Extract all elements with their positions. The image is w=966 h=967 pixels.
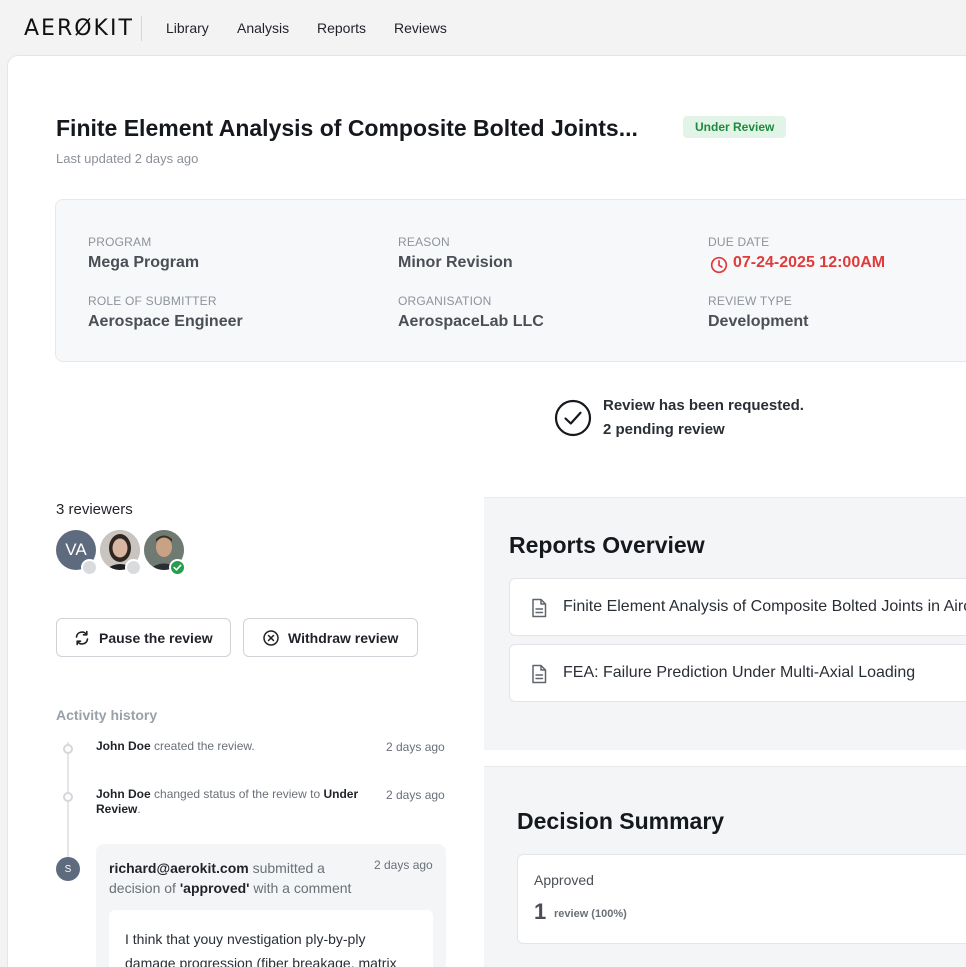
pause-review-button[interactable]: Pause the review bbox=[56, 618, 231, 657]
due-date-value: 07-24-2025 12:00AM bbox=[733, 254, 886, 271]
role-value: Aerospace Engineer bbox=[88, 313, 243, 330]
organisation-label: ORGANISATION bbox=[398, 294, 492, 308]
status-badge: Under Review bbox=[683, 116, 787, 138]
withdraw-review-button[interactable]: Withdraw review bbox=[243, 618, 418, 657]
nav-library[interactable]: Library bbox=[166, 20, 209, 36]
decision-count: 1 bbox=[534, 899, 547, 924]
timeline-dot bbox=[63, 744, 73, 754]
nav-analysis[interactable]: Analysis bbox=[237, 20, 289, 36]
last-updated: Last updated 2 days ago bbox=[56, 151, 199, 166]
check-circle-icon bbox=[554, 399, 592, 437]
document-icon bbox=[532, 664, 547, 684]
pause-review-label: Pause the review bbox=[99, 629, 213, 646]
program-label: PROGRAM bbox=[88, 235, 152, 249]
clock-icon bbox=[710, 256, 728, 274]
activity-entry: John Doe changed status of the review to… bbox=[96, 787, 359, 816]
program-value: Mega Program bbox=[88, 254, 200, 271]
decision-label: Approved bbox=[534, 872, 594, 888]
withdraw-review-label: Withdraw review bbox=[288, 629, 399, 646]
role-label: ROLE OF SUBMITTER bbox=[88, 294, 217, 308]
activity-entry: John Doe created the review. bbox=[96, 739, 255, 753]
close-circle-icon bbox=[263, 629, 279, 646]
report-name: FEA: Failure Prediction Under Multi-Axia… bbox=[563, 664, 916, 681]
top-navigation: AERØKIT Library Analysis Reports Reviews bbox=[0, 0, 966, 56]
review-type-label: REVIEW TYPE bbox=[708, 294, 792, 308]
comment-text: I think that youy nvestigation ply-by-pl… bbox=[109, 910, 433, 967]
report-item[interactable]: Finite Element Analysis of Composite Bol… bbox=[509, 578, 966, 636]
reports-overview-title: Reports Overview bbox=[509, 532, 705, 558]
document-icon bbox=[532, 598, 547, 618]
pending-status-dot bbox=[81, 559, 98, 576]
decision-summary-title: Decision Summary bbox=[517, 808, 725, 834]
activity-history-title: Activity history bbox=[56, 707, 158, 723]
due-date-label: DUE DATE bbox=[708, 235, 770, 249]
organisation-value: AerospaceLab LLC bbox=[398, 313, 544, 330]
timeline-line bbox=[67, 742, 69, 862]
request-status-line1: Review has been requested. bbox=[603, 397, 804, 414]
comment-header: richard@aerokit.com submitted a decision… bbox=[109, 860, 352, 896]
activity-time: 2 days ago bbox=[386, 740, 445, 754]
approved-check-icon bbox=[169, 559, 186, 576]
review-info-card bbox=[55, 199, 966, 362]
review-title: Finite Element Analysis of Composite Bol… bbox=[56, 115, 638, 141]
decision-percentage: review (100%) bbox=[554, 908, 627, 920]
nav-divider bbox=[141, 16, 142, 41]
activity-time: 2 days ago bbox=[386, 788, 445, 802]
pending-status-dot bbox=[125, 559, 142, 576]
timeline-dot bbox=[63, 792, 73, 802]
comment-card: richard@aerokit.com submitted a decision… bbox=[96, 844, 446, 967]
review-type-value: Development bbox=[708, 313, 809, 330]
comment-time: 2 days ago bbox=[374, 858, 433, 872]
reviewers-count: 3 reviewers bbox=[56, 501, 133, 518]
report-name: Finite Element Analysis of Composite Bol… bbox=[563, 598, 966, 615]
report-item[interactable]: FEA: Failure Prediction Under Multi-Axia… bbox=[509, 644, 966, 702]
nav-reviews[interactable]: Reviews bbox=[394, 20, 447, 36]
reason-label: REASON bbox=[398, 235, 450, 249]
decision-card: Approved 1 review (100%) bbox=[517, 854, 966, 944]
nav-reports[interactable]: Reports bbox=[317, 20, 366, 36]
aerokit-logo[interactable]: AERØKIT bbox=[24, 16, 134, 41]
reason-value: Minor Revision bbox=[398, 254, 513, 271]
refresh-icon bbox=[75, 630, 89, 645]
request-status-line2: 2 pending review bbox=[603, 421, 725, 438]
avatar: S bbox=[56, 857, 80, 881]
